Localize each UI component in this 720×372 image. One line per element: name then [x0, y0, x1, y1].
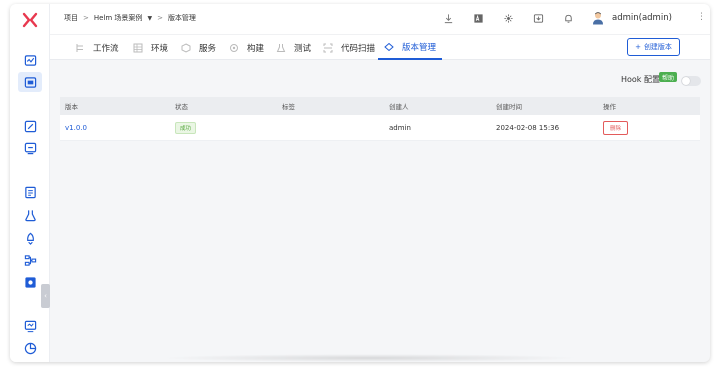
flask-icon: [24, 209, 36, 221]
created-at-cell: 2024-02-08 15:36: [496, 123, 560, 132]
column-header-status: 状态: [175, 103, 188, 111]
tab-bar: 工作流 环境 服务 构建 测试 代码扫描 版本管理 + 创建版本: [50, 34, 710, 60]
column-header-creator: 创建人: [389, 103, 409, 111]
hook-toggle[interactable]: [681, 76, 701, 86]
logo-icon[interactable]: [22, 12, 38, 28]
download-icon[interactable]: [442, 12, 454, 24]
document-icon: [24, 186, 36, 198]
sidebar-item-pipeline[interactable]: [22, 252, 38, 268]
sidebar-item-settings[interactable]: [22, 274, 38, 290]
pipeline-icon: [24, 254, 36, 266]
service-icon: [181, 42, 191, 53]
build-icon: [229, 43, 239, 53]
version-link[interactable]: v1.0.0: [65, 124, 87, 132]
breadcrumb-root[interactable]: 项目: [64, 13, 78, 23]
top-bar: 项目 > Helm 场景案例 ▼ > 版本管理 admin(admin) ⋮: [50, 4, 710, 34]
sidebar: ‹: [10, 4, 50, 362]
breadcrumb-separator: >: [157, 14, 163, 22]
user-name: admin(admin): [612, 13, 672, 23]
rocket-icon: [26, 232, 34, 245]
deploy-icon: [24, 142, 36, 154]
toggle-knob: [682, 77, 690, 85]
message-icon[interactable]: [532, 12, 544, 24]
workflow-icon: [75, 43, 85, 53]
sidebar-item-edit[interactable]: [22, 118, 38, 134]
column-header-tags: 标签: [282, 103, 295, 111]
help-badge[interactable]: 帮助: [659, 72, 678, 82]
tab-environment[interactable]: 环境: [133, 35, 168, 60]
version-icon: [384, 42, 394, 52]
avatar: [593, 12, 603, 25]
user-menu[interactable]: admin(admin): [592, 11, 672, 25]
breadcrumb-current: 版本管理: [167, 14, 196, 22]
sidebar-item-release[interactable]: [22, 230, 38, 246]
dashboard-icon: [24, 320, 36, 332]
tab-label: 构建: [247, 43, 265, 54]
sidebar-item-project[interactable]: [18, 72, 42, 92]
tab-label: 服务: [199, 43, 217, 54]
more-icon[interactable]: ⋮: [697, 12, 706, 22]
sidebar-item-statistics[interactable]: [22, 340, 38, 356]
delete-button[interactable]: 删除: [603, 120, 629, 135]
sidebar-item-dashboard[interactable]: [22, 318, 38, 334]
tab-label: 测试: [294, 43, 312, 54]
creator-cell: admin: [389, 123, 411, 132]
tab-code-scan[interactable]: 代码扫描: [323, 35, 375, 60]
sidebar-item-monitor[interactable]: [22, 52, 38, 68]
edit-icon: [24, 120, 36, 132]
column-header-version: 版本: [65, 103, 78, 111]
column-header-actions: 操作: [603, 103, 616, 111]
code-scan-icon: [323, 43, 333, 53]
create-version-label: 创建版本: [643, 43, 672, 51]
settings-icon: [24, 276, 36, 288]
sidebar-item-deploy[interactable]: [22, 140, 38, 156]
sidebar-item-test[interactable]: [22, 207, 38, 223]
sidebar-collapse-handle[interactable]: ‹: [41, 284, 50, 308]
table-row: v1.0.0 成功 admin 2024-02-08 15:36 删除: [60, 115, 700, 141]
table-header: 版本 状态 标签 创建人 创建时间 操作: [60, 97, 700, 115]
bell-icon[interactable]: [562, 12, 574, 24]
breadcrumb-separator: >: [83, 14, 89, 22]
chart-icon: [24, 54, 36, 66]
tab-service[interactable]: 服务: [181, 35, 216, 60]
tab-version[interactable]: 版本管理: [378, 35, 443, 60]
plus-icon: +: [635, 43, 641, 51]
test-icon: [276, 43, 286, 53]
project-icon: [24, 76, 36, 88]
translate-icon[interactable]: [472, 12, 484, 24]
tab-label: 环境: [151, 43, 169, 54]
caret-down-icon[interactable]: ▼: [147, 15, 152, 22]
breadcrumb-project[interactable]: Helm 场景案例: [94, 13, 143, 23]
plugin-icon[interactable]: [502, 12, 514, 24]
hook-config-label: Hook 配置: [621, 75, 660, 84]
sidebar-item-docs[interactable]: [22, 184, 38, 200]
environment-icon: [133, 43, 143, 53]
bottom-shadow: [160, 354, 580, 362]
pie-chart-icon: [24, 342, 36, 354]
version-table: 版本 状态 标签 创建人 创建时间 操作 v1.0.0 成功 admin 202…: [60, 97, 700, 141]
tab-test[interactable]: 测试: [276, 35, 311, 60]
tab-workflow[interactable]: 工作流: [75, 35, 119, 60]
breadcrumb: 项目 > Helm 场景案例 ▼ > 版本管理: [64, 13, 196, 23]
tab-label: 代码扫描: [341, 43, 376, 54]
tab-label: 工作流: [93, 43, 119, 54]
tab-label: 版本管理: [402, 42, 437, 53]
app-window: ‹ 项目 > Helm 场景案例 ▼ > 版本管理 admin(admin) ⋮…: [10, 4, 710, 362]
status-badge: 成功: [175, 121, 197, 134]
tab-build[interactable]: 构建: [229, 35, 264, 60]
column-header-created-at: 创建时间: [496, 103, 522, 111]
create-version-button[interactable]: + 创建版本: [627, 38, 680, 56]
